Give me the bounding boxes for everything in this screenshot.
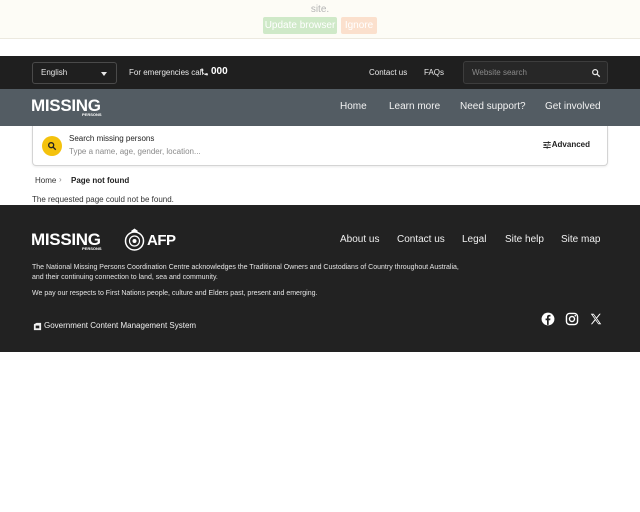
caret-down-icon <box>101 72 107 76</box>
language-value: English <box>41 68 68 77</box>
emergency-label: For emergencies call <box>129 68 204 77</box>
afp-badge-icon <box>124 228 145 251</box>
site-footer: MISSING PERSONS AFP About us Contact us … <box>0 205 640 352</box>
search-icon[interactable] <box>591 68 601 78</box>
banner-text: site. <box>310 4 330 15</box>
missing-persons-search-input[interactable]: Type a name, age, gender, location... <box>69 147 201 156</box>
gcms-logo-icon <box>33 322 42 331</box>
search-label: Search missing persons <box>69 134 155 143</box>
nav-item-need-support[interactable]: Need support? <box>460 101 526 112</box>
emergency-number[interactable]: 000 <box>211 66 228 77</box>
outdated-browser-banner: site. Update browser Ignore <box>0 0 640 39</box>
website-search-input[interactable]: Website search <box>463 61 608 84</box>
instagram-icon[interactable] <box>565 312 579 326</box>
footer-link-legal[interactable]: Legal <box>462 234 486 245</box>
advanced-search-button[interactable]: Advanced <box>552 140 590 149</box>
update-browser-button[interactable]: Update browser <box>263 17 337 34</box>
main-nav: MISSING PERSONS Home Learn more Need sup… <box>0 89 640 126</box>
logo-subtext: PERSONS <box>82 112 102 117</box>
sliders-icon <box>543 141 551 149</box>
search-button[interactable] <box>42 136 62 156</box>
ignore-button[interactable]: Ignore <box>341 17 377 34</box>
breadcrumb-current: Page not found <box>71 176 130 185</box>
nav-item-learn-more[interactable]: Learn more <box>389 101 440 112</box>
breadcrumb-separator: › <box>59 175 62 184</box>
footer-link-about-us[interactable]: About us <box>340 234 379 245</box>
breadcrumb-home[interactable]: Home <box>35 176 56 185</box>
language-select[interactable]: English <box>32 62 117 84</box>
x-icon[interactable] <box>589 312 603 326</box>
respects-text: We pay our respects to First Nations peo… <box>32 290 318 297</box>
footer-missing-persons-logo[interactable]: MISSING PERSONS <box>31 229 107 255</box>
nav-item-get-involved[interactable]: Get involved <box>545 101 601 112</box>
not-found-message: The requested page could not be found. <box>32 195 174 204</box>
utility-bar: English For emergencies call 000 Contact… <box>0 56 640 89</box>
missing-persons-logo[interactable]: MISSING PERSONS <box>31 95 107 121</box>
footer-link-site-help[interactable]: Site help <box>505 234 544 245</box>
website-search-placeholder: Website search <box>472 68 527 77</box>
footer-link-contact-us[interactable]: Contact us <box>397 234 445 245</box>
search-icon <box>48 142 57 151</box>
contact-us-link[interactable]: Contact us <box>369 68 407 77</box>
gcms-link[interactable]: Government Content Management System <box>44 321 196 330</box>
footer-logo-subtext: PERSONS <box>82 246 102 251</box>
missing-persons-search: Search missing persons Type a name, age,… <box>32 126 608 166</box>
afp-text: AFP <box>147 232 176 249</box>
footer-link-site-map[interactable]: Site map <box>561 234 600 245</box>
nav-item-home[interactable]: Home <box>340 101 367 112</box>
faqs-link[interactable]: FAQs <box>424 68 444 77</box>
facebook-icon[interactable] <box>541 312 555 326</box>
afp-logo[interactable]: AFP <box>124 228 176 254</box>
phone-icon <box>201 68 208 76</box>
acknowledgement-text: The National Missing Persons Coordinatio… <box>32 264 459 281</box>
